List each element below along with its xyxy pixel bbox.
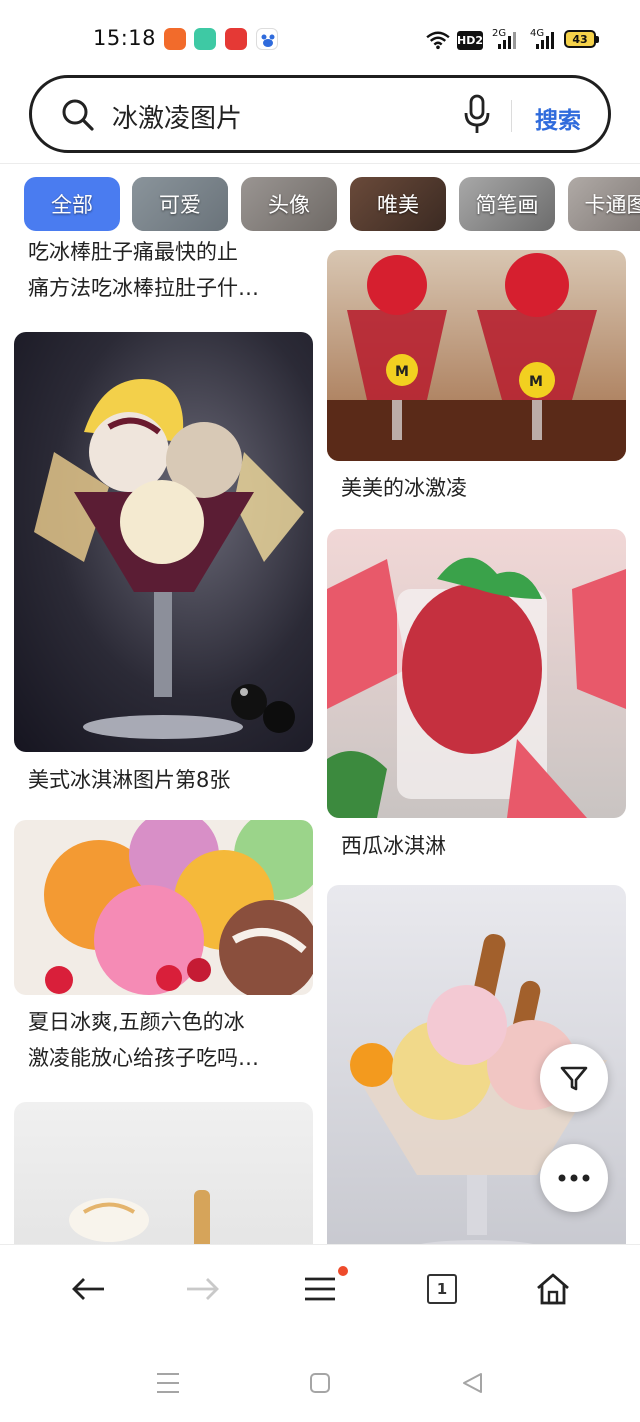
- result-image[interactable]: [14, 1102, 313, 1244]
- tabs-button[interactable]: 1: [420, 1267, 464, 1311]
- app-notification-icon: [194, 28, 216, 50]
- wifi-icon: [426, 31, 450, 50]
- result-caption[interactable]: 美式冰淇淋图片第8张: [28, 762, 230, 798]
- system-navigation: [0, 1332, 640, 1422]
- recent-apps-icon[interactable]: [156, 1372, 180, 1394]
- home-button[interactable]: [531, 1267, 575, 1311]
- battery-tip: [596, 36, 599, 43]
- hd-icon: HD2: [457, 31, 483, 50]
- search-divider: [511, 100, 512, 132]
- svg-text:M: M: [395, 364, 409, 380]
- filter-icon: [560, 1066, 588, 1091]
- status-bar: 15:18 HD2 2G 4G 43: [0, 0, 640, 72]
- signal-4g-icon: [536, 32, 554, 49]
- result-caption[interactable]: 夏日冰爽,五颜六色的冰 激凌能放心给孩子吃吗…: [28, 1004, 308, 1076]
- search-input[interactable]: 冰激凌图片: [112, 98, 242, 135]
- menu-notification-dot: [338, 1266, 348, 1276]
- more-options-button[interactable]: [540, 1144, 608, 1212]
- status-time: 15:18: [93, 26, 157, 50]
- chip-all[interactable]: 全部: [24, 177, 120, 231]
- battery-icon: 43: [564, 30, 596, 48]
- app-notification-icon: [164, 28, 186, 50]
- home-square-icon[interactable]: [309, 1372, 331, 1394]
- chip-cartoon[interactable]: 卡通图: [568, 177, 640, 231]
- result-caption[interactable]: 美美的冰激凌: [341, 470, 467, 506]
- header-divider: [0, 163, 640, 164]
- parfaits-illustration: M M: [327, 253, 626, 461]
- chip-avatar[interactable]: 头像: [241, 177, 337, 231]
- bottom-navigation: 1: [0, 1244, 640, 1332]
- result-caption[interactable]: 西瓜冰淇淋: [341, 828, 446, 864]
- cone-illustration: [69, 1190, 210, 1244]
- search-bar[interactable]: 冰激凌图片 搜索: [29, 75, 611, 153]
- watermelon-illustration: [327, 557, 626, 818]
- tab-count-icon: 1: [427, 1274, 457, 1304]
- search-icon: [62, 99, 94, 131]
- result-image[interactable]: [14, 332, 313, 752]
- svg-text:M: M: [529, 374, 543, 390]
- forward-button[interactable]: [181, 1267, 225, 1311]
- search-button[interactable]: 搜索: [535, 101, 581, 135]
- back-triangle-icon[interactable]: [461, 1372, 485, 1394]
- result-caption[interactable]: 吃冰棒肚子痛最快的止 痛方法吃冰棒拉肚子什…: [28, 240, 308, 306]
- scoops-illustration: [44, 820, 313, 995]
- app-notification-icon: [225, 28, 247, 50]
- category-chips: 全部 可爱 头像 唯美 简笔画 卡通图: [0, 177, 640, 231]
- back-button[interactable]: [66, 1267, 110, 1311]
- menu-icon: [305, 1277, 335, 1301]
- arrow-right-icon: [187, 1278, 219, 1300]
- chip-cute[interactable]: 可爱: [132, 177, 228, 231]
- filter-button[interactable]: [540, 1044, 608, 1112]
- home-icon: [537, 1273, 569, 1305]
- more-icon: [558, 1174, 590, 1182]
- microphone-icon[interactable]: [462, 94, 492, 136]
- result-image[interactable]: [327, 529, 626, 818]
- result-image[interactable]: [14, 820, 313, 995]
- sundae-illustration: [34, 379, 304, 739]
- signal-2g-icon: [498, 32, 516, 49]
- arrow-left-icon: [72, 1278, 104, 1300]
- baidu-notification-icon: [256, 28, 278, 50]
- chip-beautiful[interactable]: 唯美: [350, 177, 446, 231]
- result-image[interactable]: M M: [327, 250, 626, 461]
- menu-button[interactable]: [298, 1267, 342, 1311]
- chip-sketch[interactable]: 简笔画: [459, 177, 555, 231]
